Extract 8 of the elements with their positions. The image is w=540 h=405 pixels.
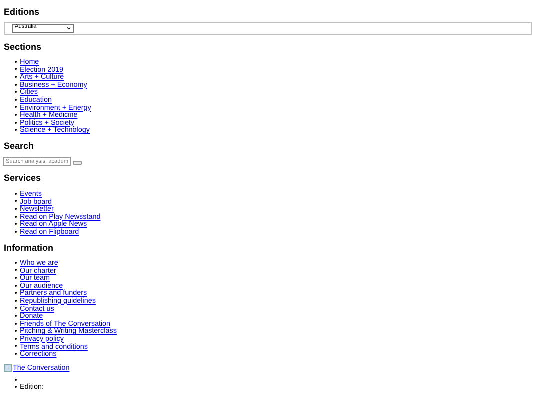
section-heading: Information bbox=[4, 242, 54, 252]
broken-image-icon bbox=[4, 364, 12, 372]
section-heading: Editions bbox=[4, 7, 40, 17]
section-heading: Search bbox=[4, 140, 34, 151]
section-heading: Sections bbox=[4, 42, 42, 52]
section-heading: Services bbox=[4, 173, 42, 184]
caret-icon bbox=[67, 26, 71, 30]
search-button[interactable] bbox=[73, 161, 82, 166]
